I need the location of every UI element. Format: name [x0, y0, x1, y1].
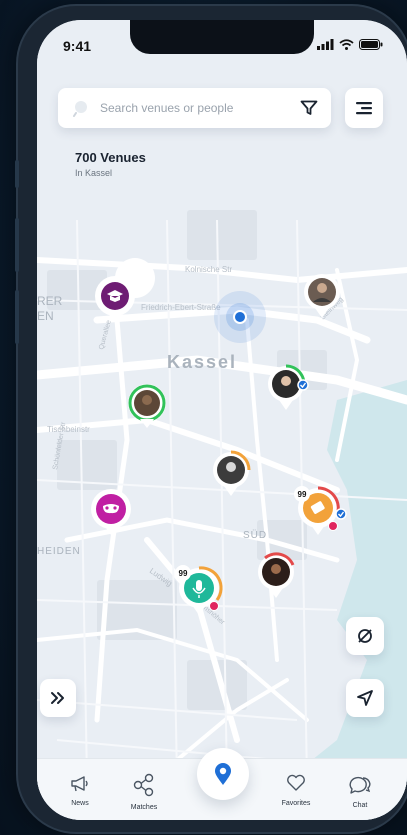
- menu-icon: [356, 102, 372, 115]
- map-label-kolnische: Kolnische Str: [185, 265, 232, 274]
- screen: Kolnische Str Kassel Tischbeinstr SÜD HE…: [37, 20, 407, 820]
- notch: [130, 20, 314, 54]
- tab-favorites-label: Favorites: [281, 800, 311, 807]
- megaphone-icon: [71, 776, 88, 792]
- filter-icon[interactable]: [300, 100, 318, 116]
- mic-badge-count: 99: [179, 569, 188, 578]
- map-label-heiden: HEIDEN: [37, 546, 81, 557]
- map-home-button[interactable]: [197, 748, 249, 800]
- tab-favorites[interactable]: Favorites: [271, 773, 321, 807]
- compass-icon: [358, 629, 372, 643]
- tab-news-label: News: [71, 800, 89, 807]
- navigate-button[interactable]: [346, 679, 384, 717]
- tab-chat-label: Chat: [352, 802, 368, 809]
- tab-news[interactable]: News: [55, 773, 105, 807]
- compass-button[interactable]: [346, 617, 384, 655]
- signal-icon: [317, 39, 334, 50]
- volume-down-button: [15, 290, 19, 344]
- map-label-friedrich-ebert: Friedrich-Ebert-Straße: [141, 303, 221, 312]
- battery-icon: [359, 39, 383, 50]
- map-label-en: EN: [37, 309, 54, 323]
- tab-chat[interactable]: Chat: [335, 773, 385, 809]
- current-location-marker: [214, 291, 266, 343]
- venue-summary: 700 Venues In Kassel: [75, 150, 146, 178]
- share-nodes-icon: [133, 773, 154, 797]
- microphone-icon: [196, 580, 202, 591]
- venue-count: 700 Venues: [75, 150, 146, 165]
- expand-panel-button[interactable]: [40, 679, 76, 717]
- status-time: 9:41: [63, 38, 92, 54]
- search-bar[interactable]: [58, 88, 331, 128]
- search-icon: [73, 101, 87, 117]
- venue-location: In Kassel: [75, 168, 113, 178]
- double-chevron-right-icon: [51, 692, 64, 704]
- mask-icon: [103, 504, 119, 514]
- mute-switch: [15, 160, 19, 188]
- location-pin-icon: [215, 763, 231, 785]
- tab-matches[interactable]: Matches: [119, 773, 169, 811]
- volume-up-button: [15, 218, 19, 272]
- heart-icon: [287, 774, 305, 791]
- ticket-badge-count: 99: [298, 490, 307, 499]
- wifi-icon: [339, 39, 354, 50]
- search-input[interactable]: [98, 100, 292, 116]
- map-label-rer: RER: [37, 294, 63, 308]
- status-icons: [317, 39, 383, 50]
- map-label-tischbein: Tischbeinstr: [47, 425, 90, 434]
- menu-button[interactable]: [345, 88, 383, 128]
- navigation-arrow-icon: [357, 690, 373, 706]
- tab-matches-label: Matches: [130, 804, 158, 811]
- chat-icon: [349, 776, 371, 794]
- map-label-kassel: Kassel: [167, 352, 237, 372]
- map-label-sud: SÜD: [243, 529, 267, 541]
